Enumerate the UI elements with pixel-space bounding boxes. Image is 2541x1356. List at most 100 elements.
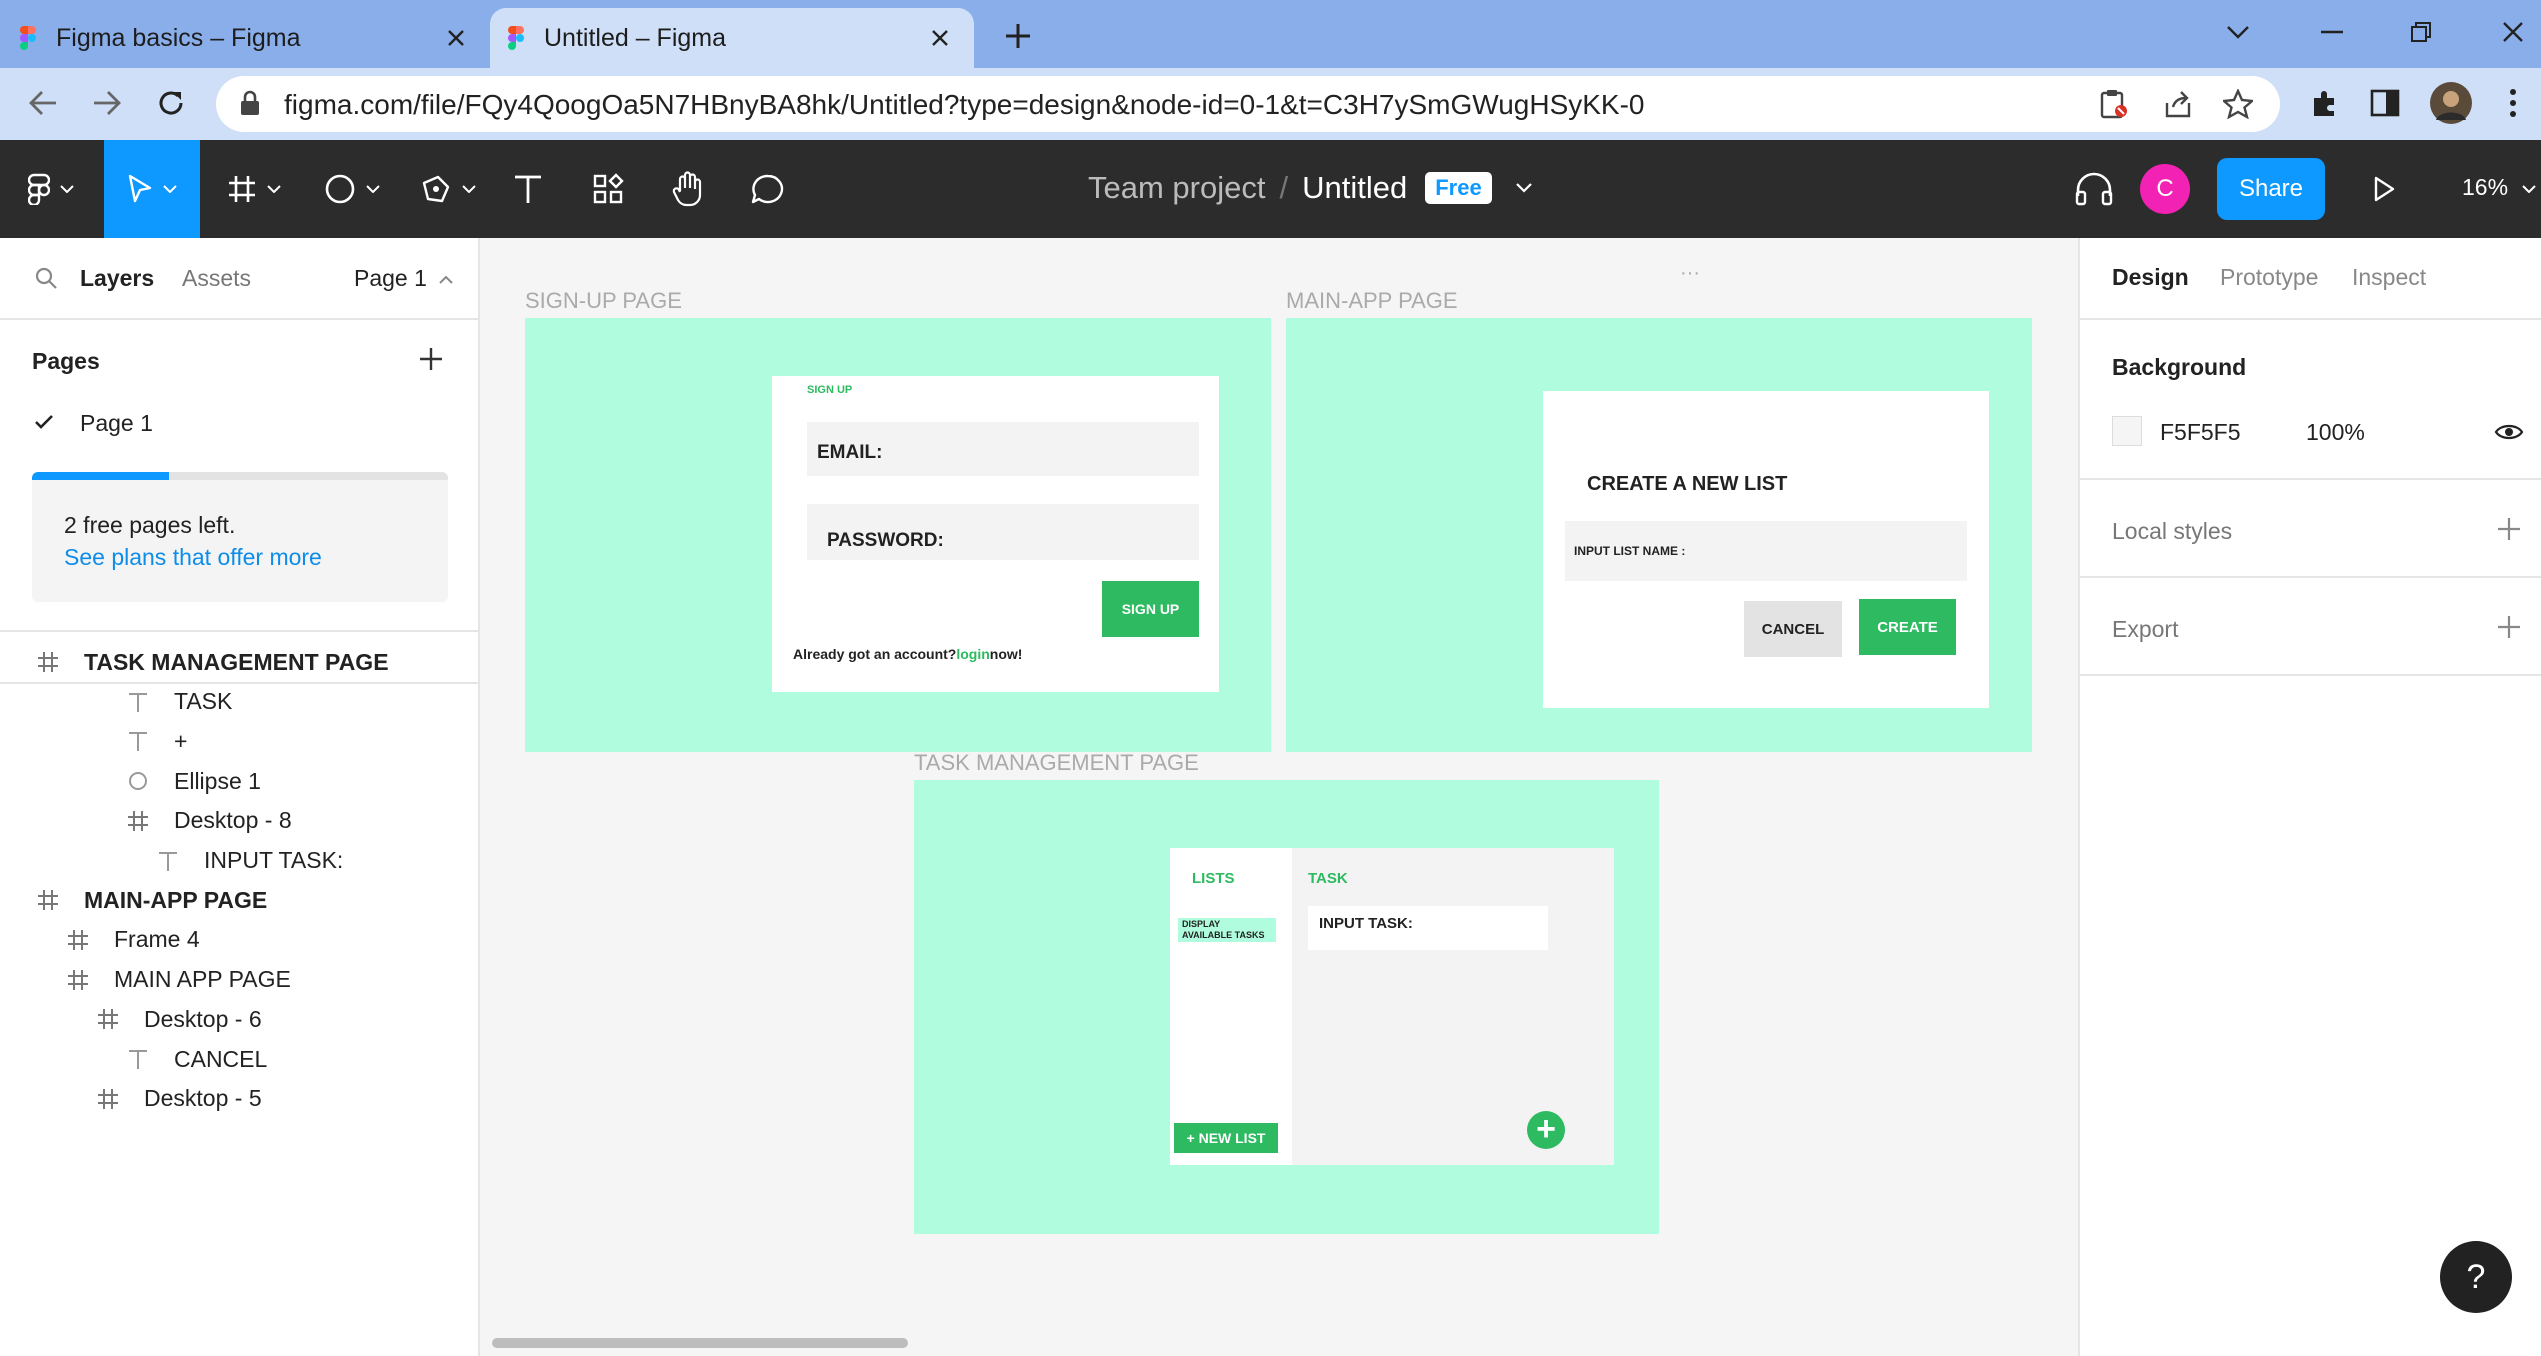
signup-card: SIGN UP EMAIL: PASSWORD: SIGN UP Already…	[772, 376, 1219, 692]
figma-favicon-icon	[508, 26, 524, 50]
add-page-plus-icon[interactable]	[418, 346, 444, 372]
visibility-eye-icon[interactable]	[2494, 422, 2524, 442]
tab-search-chevron-icon[interactable]	[2213, 12, 2263, 52]
layer-row[interactable]: INPUT TASK:	[154, 841, 343, 881]
frame-icon	[94, 1085, 122, 1113]
file-name[interactable]: Untitled	[1302, 170, 1407, 206]
move-tool[interactable]	[104, 140, 200, 238]
password-field: PASSWORD:	[807, 504, 1199, 560]
zoom-value: 16%	[2462, 174, 2509, 200]
page-item-page-1[interactable]: Page 1	[80, 410, 153, 437]
horizontal-scrollbar[interactable]	[492, 1338, 908, 1348]
present-play-icon[interactable]	[2356, 140, 2412, 238]
close-tab-icon[interactable]	[440, 22, 472, 54]
layer-name: +	[174, 727, 188, 754]
layer-row[interactable]: TASK MANAGEMENT PAGE	[34, 642, 389, 682]
mainapp-frame[interactable]: CREATE A NEW LIST INPUT LIST NAME : CANC…	[1286, 318, 2032, 752]
layer-row[interactable]: MAIN APP PAGE	[64, 960, 291, 1000]
layer-name: CANCEL	[174, 1045, 268, 1072]
frame-tool[interactable]	[214, 140, 294, 238]
zoom-level[interactable]: 16%	[2462, 174, 2537, 201]
chevron-down-icon	[60, 185, 74, 193]
background-opacity[interactable]: 100%	[2306, 419, 2365, 446]
address-bar[interactable]: figma.com/file/FQy4QoogOa5N7HBnyBA8hk/Un…	[216, 76, 2280, 132]
layer-name: Ellipse 1	[174, 767, 261, 794]
see-plans-link[interactable]: See plans that offer more	[64, 544, 322, 571]
login-link: login	[956, 646, 990, 662]
new-tab-plus-icon[interactable]	[998, 16, 1038, 56]
close-tab-icon[interactable]	[924, 22, 956, 54]
audio-headphones-icon[interactable]	[2066, 140, 2122, 238]
panel-divider	[2080, 318, 2541, 320]
signup-heading: SIGN UP	[807, 384, 853, 396]
display-tasks-label: DISPLAY AVAILABLE TASKS	[1178, 918, 1276, 942]
frame-icon	[64, 926, 92, 954]
resources-tool[interactable]	[580, 140, 636, 238]
layer-row[interactable]: CANCEL	[124, 1039, 267, 1079]
free-pages-progress-track	[32, 472, 448, 480]
hand-tool[interactable]	[660, 140, 716, 238]
add-export-plus-icon[interactable]	[2496, 614, 2522, 640]
share-button[interactable]: Share	[2217, 158, 2325, 220]
pen-tool[interactable]	[408, 140, 488, 238]
frame-label-mainapp[interactable]: MAIN-APP PAGE	[1286, 288, 1458, 314]
layer-name: TASK	[174, 688, 233, 715]
signup-footer: Already got an account?loginnow!	[793, 646, 1022, 662]
browser-tab-figma-basics[interactable]: Figma basics – Figma	[20, 8, 490, 68]
layer-row[interactable]: +	[124, 721, 187, 761]
tab-inspect[interactable]: Inspect	[2352, 264, 2426, 291]
add-style-plus-icon[interactable]	[2496, 516, 2522, 542]
bookmark-star-icon[interactable]	[2220, 86, 2256, 122]
user-avatar[interactable]: C	[2140, 164, 2190, 214]
layer-row[interactable]: Desktop - 5	[94, 1079, 262, 1119]
background-hex[interactable]: F5F5F5	[2160, 419, 2241, 446]
reload-icon[interactable]	[148, 80, 194, 126]
figma-toolbar: Team project / Untitled Free C Share 16%	[0, 140, 2541, 238]
page-selector[interactable]: Page 1	[354, 265, 454, 292]
profile-avatar[interactable]	[2428, 80, 2474, 126]
layer-row[interactable]: Desktop - 8	[124, 801, 292, 841]
layer-row[interactable]: TASK	[124, 682, 232, 722]
export-heading: Export	[2112, 616, 2179, 642]
file-menu-chevron-icon[interactable]	[1515, 183, 1532, 193]
layer-row[interactable]: Frame 4	[64, 920, 200, 960]
frame-label-signup[interactable]: SIGN-UP PAGE	[525, 288, 682, 314]
tab-layers[interactable]: Layers	[80, 265, 154, 292]
restore-window-icon[interactable]	[2396, 12, 2446, 52]
comment-bubble-icon	[751, 173, 785, 205]
tab-design[interactable]: Design	[2112, 264, 2189, 291]
tab-title: Figma basics – Figma	[56, 23, 301, 52]
layer-row[interactable]: MAIN-APP PAGE	[34, 880, 267, 920]
tab-assets[interactable]: Assets	[182, 265, 251, 292]
comment-tool[interactable]	[740, 140, 796, 238]
team-name[interactable]: Team project	[1088, 170, 1265, 206]
pages-heading: Pages	[32, 348, 100, 374]
shape-tool[interactable]	[312, 140, 392, 238]
task-frame[interactable]: LISTS DISPLAY AVAILABLE TASKS + NEW LIST…	[914, 780, 1659, 1234]
text-tool[interactable]	[500, 140, 556, 238]
search-icon[interactable]	[34, 266, 58, 290]
tab-prototype[interactable]: Prototype	[2220, 264, 2318, 291]
email-field: EMAIL:	[807, 422, 1199, 476]
clipboard-blocked-icon[interactable]	[2096, 86, 2132, 122]
help-button[interactable]: ?	[2440, 1241, 2512, 1313]
extensions-puzzle-icon[interactable]	[2302, 80, 2348, 126]
forward-arrow-icon[interactable]	[84, 80, 130, 126]
frame-label-task[interactable]: TASK MANAGEMENT PAGE	[914, 750, 1199, 776]
panel-divider	[2080, 478, 2541, 480]
layer-name: Desktop - 5	[144, 1085, 262, 1112]
background-color-swatch[interactable]	[2112, 416, 2142, 446]
signup-frame[interactable]: SIGN UP EMAIL: PASSWORD: SIGN UP Already…	[525, 318, 1271, 752]
share-page-icon[interactable]	[2160, 86, 2196, 122]
side-panel-icon[interactable]	[2362, 80, 2408, 126]
close-window-icon[interactable]	[2488, 12, 2538, 52]
browser-menu-icon[interactable]	[2490, 80, 2536, 126]
browser-tab-untitled[interactable]: Untitled – Figma	[490, 8, 974, 68]
figma-main-menu[interactable]	[0, 140, 102, 238]
back-arrow-icon[interactable]	[20, 80, 66, 126]
minimize-window-icon[interactable]	[2307, 12, 2357, 52]
layer-row[interactable]: Desktop - 6	[94, 999, 262, 1039]
layer-row[interactable]: Ellipse 1	[124, 761, 261, 801]
properties-panel: Design Prototype Inspect Background F5F5…	[2078, 238, 2541, 1356]
frame-icon	[94, 1005, 122, 1033]
